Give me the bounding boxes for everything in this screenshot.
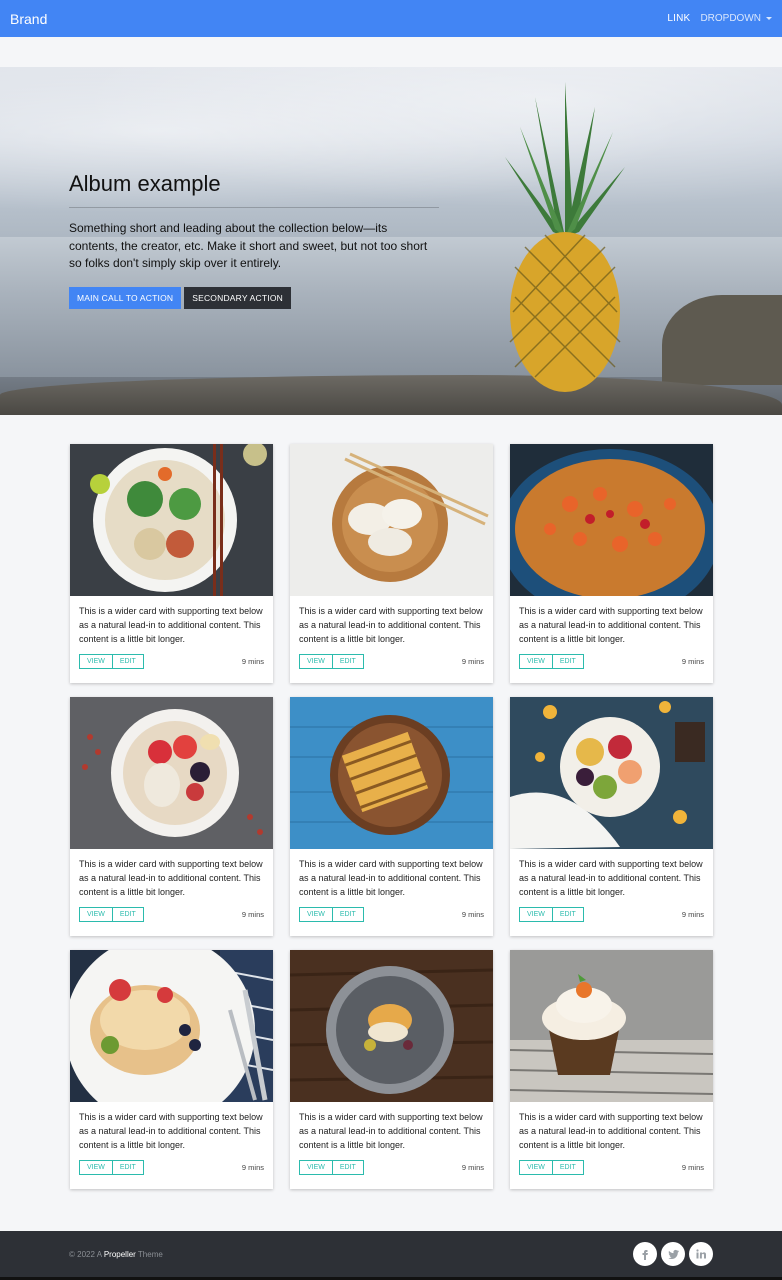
facebook-icon[interactable] [633,1242,657,1266]
card-button-group: VIEW EDIT [299,654,364,669]
card-text: This is a wider card with supporting tex… [519,1112,703,1150]
hero-section: Album example Something short and leadin… [0,67,782,415]
nav-link[interactable]: LINK [667,13,690,24]
card: This is a wider card with supporting tex… [70,444,273,683]
card: This is a wider card with supporting tex… [510,444,713,683]
view-button[interactable]: VIEW [299,907,333,922]
view-button[interactable]: VIEW [79,654,113,669]
card-image [290,697,493,849]
pineapple-image [505,82,625,392]
card-time: 9 mins [681,1163,704,1172]
view-button[interactable]: VIEW [299,654,333,669]
card-footer: VIEW EDIT 9 mins [510,654,713,669]
card: This is a wider card with supporting tex… [70,697,273,936]
nav-menu: LINK DROPDOWN [667,13,772,24]
card: This is a wider card with supporting tex… [70,950,273,1189]
card-button-group: VIEW EDIT [79,1160,144,1175]
edit-button[interactable]: EDIT [112,907,144,922]
brand-link[interactable]: Brand [10,11,47,27]
card-time: 9 mins [461,657,484,666]
card-image [510,697,713,849]
card-text: This is a wider card with supporting tex… [79,1112,263,1150]
view-button[interactable]: VIEW [519,1160,553,1175]
navbar: Brand LINK DROPDOWN [0,0,782,37]
card-time: 9 mins [241,1163,264,1172]
main-call-to-action-button[interactable]: MAIN CALL TO ACTION [69,286,182,309]
hero-title: Album example [69,171,439,208]
card: This is a wider card with supporting tex… [510,950,713,1189]
card-image [510,444,713,596]
edit-button[interactable]: EDIT [552,654,584,669]
card-time: 9 mins [681,910,704,919]
card-time: 9 mins [241,657,264,666]
card-footer: VIEW EDIT 9 mins [70,907,273,922]
card-footer: VIEW EDIT 9 mins [70,1160,273,1175]
edit-button[interactable]: EDIT [552,1160,584,1175]
card-image [70,697,273,849]
card-button-group: VIEW EDIT [519,654,584,669]
edit-button[interactable]: EDIT [332,1160,364,1175]
card-text: This is a wider card with supporting tex… [519,606,703,644]
card: This is a wider card with supporting tex… [290,444,493,683]
card-text: This is a wider card with supporting tex… [299,1112,483,1150]
card-button-group: VIEW EDIT [519,1160,584,1175]
card-footer: VIEW EDIT 9 mins [290,654,493,669]
card-button-group: VIEW EDIT [79,907,144,922]
card-image [290,444,493,596]
footer-brand-link[interactable]: Propeller [104,1250,136,1259]
card: This is a wider card with supporting tex… [290,697,493,936]
card-image [70,950,273,1102]
card-button-group: VIEW EDIT [299,907,364,922]
secondary-action-button[interactable]: SECONDARY ACTION [184,286,291,309]
linkedin-icon[interactable] [689,1242,713,1266]
copyright: © 2022 A Propeller Theme [69,1250,163,1259]
copyright-prefix: © 2022 A [69,1249,102,1259]
card-text: This is a wider card with supporting tex… [519,859,703,897]
hero-rock [662,295,782,385]
card-footer: VIEW EDIT 9 mins [290,907,493,922]
card-text: This is a wider card with supporting tex… [79,859,263,897]
card-button-group: VIEW EDIT [299,1160,364,1175]
view-button[interactable]: VIEW [299,1160,333,1175]
card: This is a wider card with supporting tex… [290,950,493,1189]
edit-button[interactable]: EDIT [332,654,364,669]
card-footer: VIEW EDIT 9 mins [510,1160,713,1175]
card-text: This is a wider card with supporting tex… [299,859,483,897]
view-button[interactable]: VIEW [519,654,553,669]
nav-dropdown-label: DROPDOWN [700,13,761,24]
card-footer: VIEW EDIT 9 mins [70,654,273,669]
hero-rocks [0,375,782,415]
edit-button[interactable]: EDIT [552,907,584,922]
copyright-suffix: Theme [137,1249,163,1259]
view-button[interactable]: VIEW [79,1160,113,1175]
view-button[interactable]: VIEW [79,907,113,922]
nav-dropdown[interactable]: DROPDOWN [700,13,772,24]
card-text: This is a wider card with supporting tex… [79,606,263,644]
edit-button[interactable]: EDIT [332,907,364,922]
edit-button[interactable]: EDIT [112,654,144,669]
card-time: 9 mins [461,910,484,919]
hero-lead: Something short and leading about the co… [69,221,428,270]
card-footer: VIEW EDIT 9 mins [510,907,713,922]
card-footer: VIEW EDIT 9 mins [290,1160,493,1175]
edit-button[interactable]: EDIT [112,1160,144,1175]
card-text: This is a wider card with supporting tex… [299,606,483,644]
footer: © 2022 A Propeller Theme [0,1231,782,1277]
card-image [510,950,713,1102]
caret-down-icon [766,17,772,20]
card-time: 9 mins [461,1163,484,1172]
hero-buttons: MAIN CALL TO ACTION SECONDARY ACTION [69,286,439,309]
hero-content: Album example Something short and leadin… [69,171,439,309]
twitter-icon[interactable] [661,1242,685,1266]
card-button-group: VIEW EDIT [519,907,584,922]
card-button-group: VIEW EDIT [79,654,144,669]
card-image [70,444,273,596]
social-links [633,1242,713,1266]
card-time: 9 mins [681,657,704,666]
card: This is a wider card with supporting tex… [510,697,713,936]
view-button[interactable]: VIEW [519,907,553,922]
card-time: 9 mins [241,910,264,919]
card-image [290,950,493,1102]
